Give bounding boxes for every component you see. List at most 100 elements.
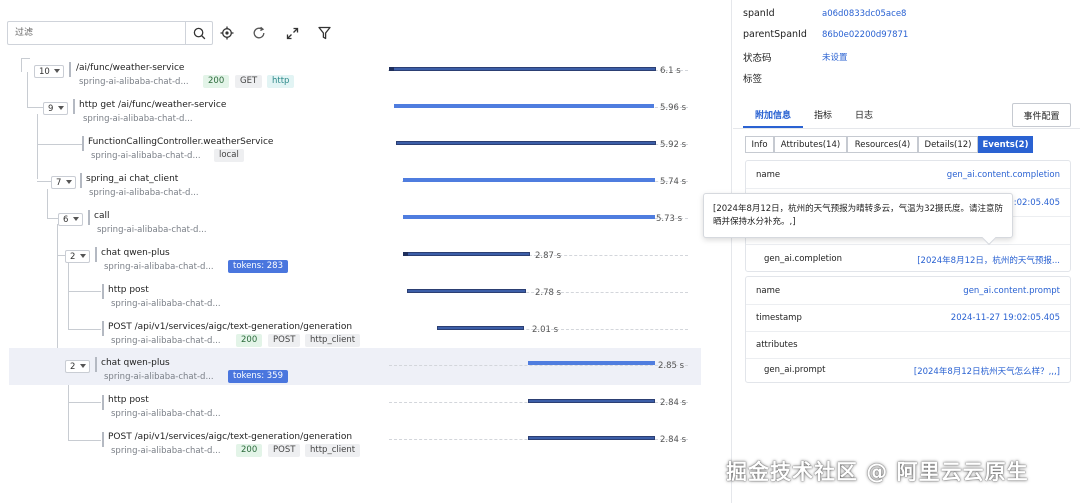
- collapse-toggle[interactable]: 2: [65, 360, 90, 373]
- span-name: FunctionCallingController.weatherService: [88, 137, 274, 147]
- protocol-tag: http_client: [305, 444, 361, 457]
- span-duration-bar: [403, 252, 530, 256]
- segment-events[interactable]: Events(2): [978, 136, 1033, 153]
- event-field[interactable]: gen_ai.completion [2024年8月12日，杭州的天气预报...: [746, 245, 1070, 273]
- span-row[interactable]: 9 http get /ai/func/weather-service spri…: [0, 93, 732, 130]
- event-config-button[interactable]: 事件配置: [1012, 103, 1071, 127]
- span-duration: 2.87 s: [535, 251, 562, 261]
- span-duration: 2.84 s: [660, 435, 687, 445]
- span-duration-bar: [396, 141, 656, 145]
- span-name: call: [94, 211, 110, 221]
- span-row-selected[interactable]: 2 chat qwen-plus spring-ai-alibaba-chat-…: [9, 348, 701, 385]
- parent-span-id-value[interactable]: 86b0e02200d97871: [822, 30, 908, 40]
- filter-box: [7, 21, 213, 45]
- span-bar-marker: [102, 395, 104, 410]
- span-row[interactable]: 2 chat qwen-plus spring-ai-alibaba-chat-…: [0, 241, 732, 278]
- span-row[interactable]: 10 /ai/func/weather-service spring-ai-al…: [0, 56, 732, 93]
- locate-icon: [220, 26, 234, 40]
- span-name: spring_ai chat_client: [86, 174, 179, 184]
- status-label: 状态码: [743, 53, 772, 64]
- span-service: spring-ai-alibaba-chat-d...: [91, 151, 201, 161]
- search-icon: [193, 27, 205, 39]
- collapse-toggle[interactable]: 2: [65, 250, 90, 263]
- tab-metrics[interactable]: 指标: [814, 108, 832, 121]
- span-row[interactable]: http post spring-ai-alibaba-chat-d... 2.…: [0, 389, 732, 426]
- span-duration: 2.85 s: [658, 361, 685, 371]
- expand-button[interactable]: [281, 22, 303, 44]
- segment-details[interactable]: Details(12): [918, 136, 978, 153]
- segment-info[interactable]: Info: [745, 136, 774, 153]
- span-name: chat qwen-plus: [101, 358, 170, 368]
- locate-button[interactable]: [216, 22, 238, 44]
- tags-label: 标签: [743, 74, 763, 85]
- span-service: spring-ai-alibaba-chat-d...: [89, 188, 199, 198]
- span-id-value[interactable]: a06d0833dc05ace8: [822, 9, 906, 19]
- span-name: POST /api/v1/services/aigc/text-generati…: [108, 432, 353, 442]
- event-field: attributes: [746, 331, 1070, 359]
- segment-resources[interactable]: Resources(4): [847, 136, 918, 153]
- status-tag: 200: [236, 334, 263, 347]
- filter-input[interactable]: [8, 22, 186, 44]
- protocol-tag: http_client: [305, 334, 361, 347]
- parent-span-id-label: parentSpanId: [743, 29, 807, 40]
- span-duration: 2.01 s: [532, 325, 559, 335]
- collapse-toggle[interactable]: 6: [58, 213, 83, 226]
- refresh-button[interactable]: [248, 22, 270, 44]
- collapse-toggle[interactable]: 7: [51, 176, 76, 189]
- status-tag: 200: [203, 75, 230, 88]
- span-bar-marker: [95, 357, 97, 372]
- filter-button[interactable]: [313, 22, 335, 44]
- span-row[interactable]: 7 spring_ai chat_client spring-ai-alibab…: [0, 167, 732, 204]
- span-duration-bar: [403, 215, 655, 219]
- method-tag: POST: [268, 334, 301, 347]
- event-field[interactable]: gen_ai.prompt [2024年8月12日杭州天气怎么样？,,,]: [746, 356, 1070, 384]
- segment-attributes[interactable]: Attributes(14): [774, 136, 847, 153]
- span-service: spring-ai-alibaba-chat-d...: [97, 225, 207, 235]
- span-duration: 5.92 s: [660, 140, 687, 150]
- span-bar-marker: [69, 62, 71, 77]
- chevron-down-icon: [66, 180, 72, 184]
- span-name: http post: [108, 285, 149, 295]
- span-duration-bar: [528, 399, 655, 403]
- expand-icon: [286, 27, 298, 39]
- collapse-toggle[interactable]: 9: [43, 102, 68, 115]
- span-duration: 2.78 s: [535, 288, 562, 298]
- span-service: spring-ai-alibaba-chat-d...: [111, 299, 221, 309]
- span-bar-marker: [95, 247, 97, 262]
- watermark-text: 掘金技术社区 @ 阿里云云原生: [726, 460, 1029, 484]
- search-button[interactable]: [185, 22, 212, 44]
- span-duration: 6.1 s: [660, 66, 681, 76]
- span-name: /ai/func/weather-service: [76, 63, 185, 73]
- span-row[interactable]: POST /api/v1/services/aigc/text-generati…: [0, 315, 732, 352]
- event-field: name gen_ai.content.completion: [746, 161, 1070, 189]
- collapse-toggle[interactable]: 10: [34, 65, 64, 78]
- span-row[interactable]: FunctionCallingController.weatherService…: [0, 130, 732, 167]
- chevron-down-icon: [80, 364, 86, 368]
- span-duration-bar: [437, 326, 524, 330]
- span-duration: 5.73 s: [656, 214, 683, 224]
- filter-icon: [317, 26, 331, 40]
- span-duration-bar: [407, 289, 526, 293]
- timeline-guide: [389, 365, 688, 366]
- chevron-down-icon: [54, 69, 60, 73]
- tokens-badge: tokens: 359: [228, 370, 288, 383]
- span-service: spring-ai-alibaba-chat-d...: [111, 446, 221, 456]
- span-detail-panel: spanId a06d0833dc05ace8 parentSpanId 86b…: [733, 0, 1080, 503]
- span-service: spring-ai-alibaba-chat-d...: [83, 114, 193, 124]
- span-row[interactable]: POST /api/v1/services/aigc/text-generati…: [0, 426, 732, 463]
- span-duration-bar: [389, 67, 656, 71]
- span-row[interactable]: 6 call spring-ai-alibaba-chat-d... 5.73 …: [0, 204, 732, 241]
- span-bar-marker: [82, 136, 84, 151]
- event-field: name gen_ai.content.prompt: [746, 277, 1070, 305]
- chevron-down-icon: [58, 106, 64, 110]
- type-tag: local: [214, 149, 244, 162]
- span-service: spring-ai-alibaba-chat-d...: [79, 77, 189, 87]
- chevron-down-icon: [80, 254, 86, 258]
- status-value: 未设置: [822, 53, 848, 63]
- span-row[interactable]: http post spring-ai-alibaba-chat-d... 2.…: [0, 278, 732, 315]
- trace-panel: 10 /ai/func/weather-service spring-ai-al…: [0, 0, 732, 503]
- tab-extra-info[interactable]: 附加信息: [755, 108, 791, 121]
- span-name: chat qwen-plus: [101, 248, 170, 258]
- tab-logs[interactable]: 日志: [855, 108, 873, 121]
- span-duration-bar: [528, 436, 655, 440]
